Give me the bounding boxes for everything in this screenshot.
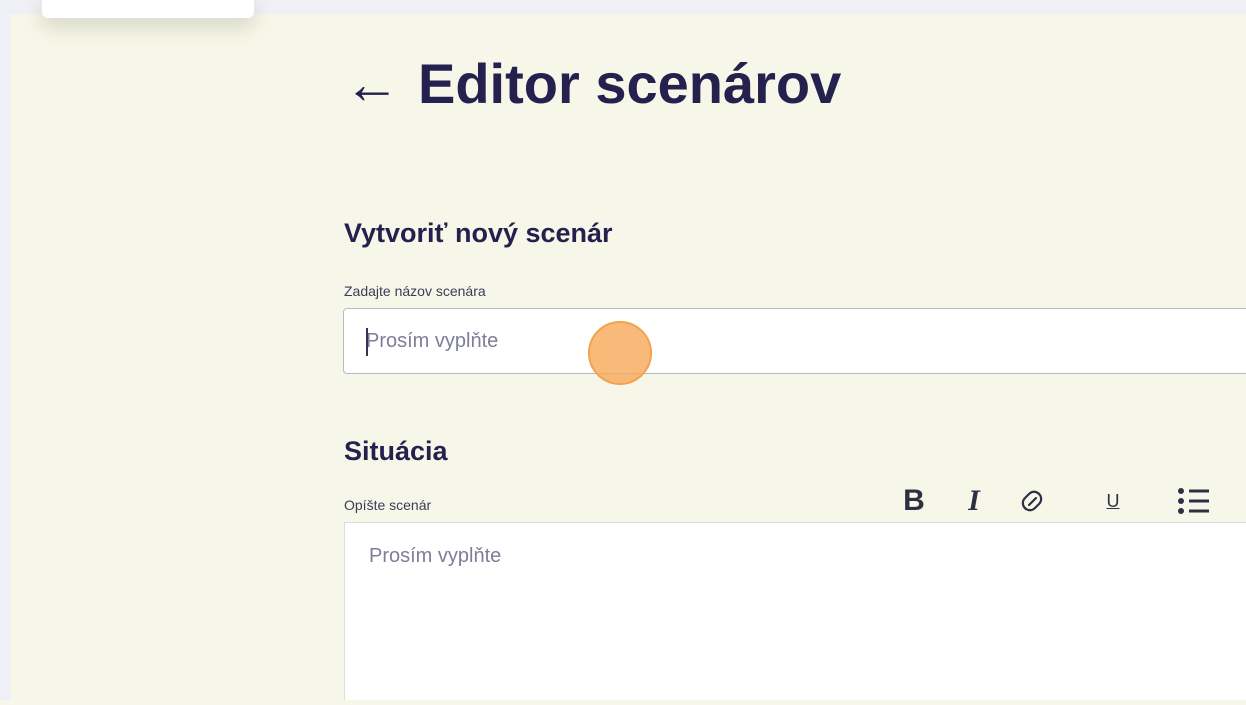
- bulleted-list-icon[interactable]: [1172, 482, 1216, 520]
- floating-card: [42, 0, 254, 18]
- page-title: ← Editor scenárov: [344, 56, 841, 112]
- italic-button[interactable]: I: [956, 482, 992, 520]
- scenario-description-editor: [344, 522, 1246, 700]
- scenario-name-input[interactable]: [343, 308, 1246, 374]
- create-scenario-heading: Vytvoriť nový scenár: [344, 218, 613, 248]
- scenario-description-textarea[interactable]: [345, 523, 1246, 700]
- back-arrow-icon[interactable]: ←: [344, 56, 400, 112]
- scenario-name-label: Zadajte názov scenára: [344, 283, 486, 299]
- bold-button[interactable]: B: [896, 482, 932, 520]
- click-indicator: [588, 321, 652, 385]
- rich-text-toolbar: B I U: [896, 482, 1226, 520]
- text-cursor: [366, 328, 368, 356]
- link-icon[interactable]: [1014, 482, 1050, 520]
- scenario-description-label: Opíšte scenár: [344, 497, 432, 513]
- left-gutter: [0, 0, 10, 700]
- page-title-text: Editor scenárov: [418, 52, 842, 115]
- underline-button[interactable]: U: [1098, 482, 1128, 520]
- situation-heading: Situácia: [344, 436, 448, 466]
